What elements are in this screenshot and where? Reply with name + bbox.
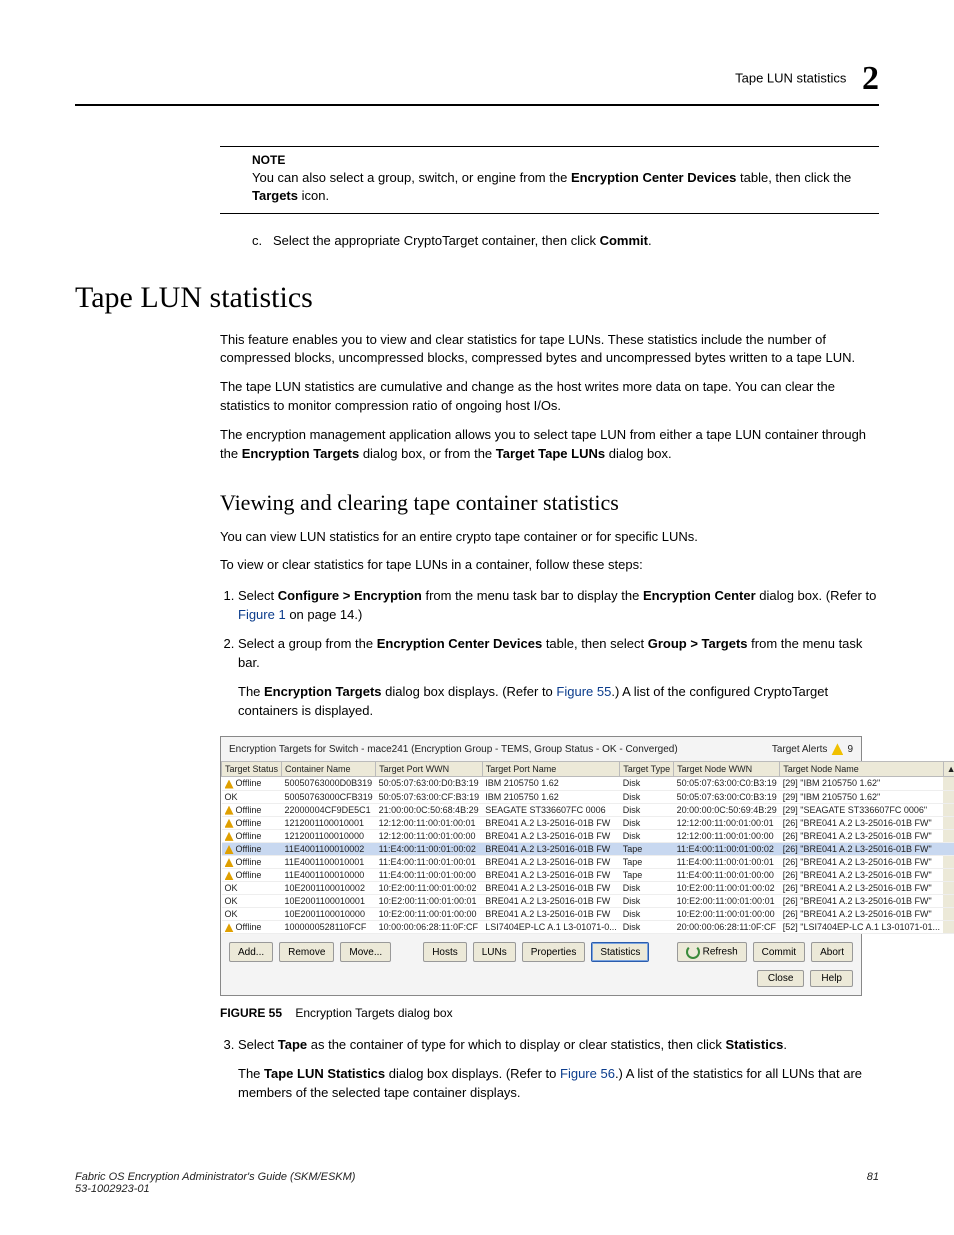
- column-header[interactable]: Target Type: [620, 762, 674, 777]
- warning-icon: [225, 845, 234, 854]
- figure-caption: FIGURE 55 Encryption Targets dialog box: [220, 1006, 879, 1020]
- remove-button[interactable]: Remove: [279, 942, 334, 962]
- step-c: c. Select the appropriate CryptoTarget c…: [252, 232, 879, 250]
- commit-button[interactable]: Commit: [753, 942, 805, 962]
- header-rule: [75, 104, 879, 106]
- add-button[interactable]: Add...: [229, 942, 273, 962]
- footer-title: Fabric OS Encryption Administrator's Gui…: [75, 1171, 355, 1183]
- step-1: Select Configure > Encryption from the m…: [238, 587, 879, 625]
- heading-1: Tape LUN statistics: [75, 281, 879, 315]
- warning-icon: [225, 923, 234, 932]
- chapter-number: 2: [862, 60, 879, 97]
- note-label: NOTE: [252, 153, 879, 167]
- steps-list: Select Configure > Encryption from the m…: [220, 587, 879, 720]
- move-button[interactable]: Move...: [340, 942, 391, 962]
- step-2: Select a group from the Encryption Cente…: [238, 635, 879, 720]
- table-row[interactable]: OK50050763000CFB31950:05:07:63:00:CF:B3:…: [222, 790, 954, 803]
- table-row[interactable]: Offline11E400110001000111:E4:00:11:00:01…: [222, 856, 954, 869]
- statistics-button[interactable]: Statistics: [591, 942, 649, 962]
- body-paragraph: You can view LUN statistics for an entir…: [220, 528, 879, 547]
- table-row[interactable]: Offline50050763000D0B31950:05:07:63:00:D…: [222, 777, 954, 790]
- warning-icon: [225, 832, 234, 841]
- running-header: Tape LUN statistics 2: [75, 60, 879, 98]
- table-row[interactable]: Offline22000004CF9DE5C121:00:00:0C:50:68…: [222, 803, 954, 816]
- figure-56-link[interactable]: Figure 56: [560, 1066, 615, 1081]
- hosts-button[interactable]: Hosts: [423, 942, 467, 962]
- running-header-text: Tape LUN statistics: [735, 70, 846, 85]
- body-paragraph: To view or clear statistics for tape LUN…: [220, 556, 879, 575]
- refresh-button[interactable]: Refresh: [677, 942, 747, 962]
- column-header[interactable]: Target Port WWN: [376, 762, 483, 777]
- body-paragraph: The tape LUN statistics are cumulative a…: [220, 378, 879, 416]
- body-paragraph: The encryption management application al…: [220, 426, 879, 464]
- body-paragraph: This feature enables you to view and cle…: [220, 331, 879, 369]
- footer-doc-number: 53-1002923-01: [75, 1183, 355, 1195]
- table-row[interactable]: OK10E200110001000210:E2:00:11:00:01:00:0…: [222, 882, 954, 895]
- warning-icon: [225, 819, 234, 828]
- refresh-icon: [686, 945, 700, 959]
- dialog-title: Encryption Targets for Switch - mace241 …: [229, 744, 678, 755]
- warning-icon: [225, 858, 234, 867]
- table-row[interactable]: Offline1000000528110FCF10:00:00:06:28:11…: [222, 921, 954, 934]
- column-header[interactable]: Target Node Name: [780, 762, 943, 777]
- column-header[interactable]: Target Port Name: [482, 762, 620, 777]
- table-row[interactable]: Offline121200110001000112:12:00:11:00:01…: [222, 816, 954, 829]
- step-3: Select Tape as the container of type for…: [238, 1036, 879, 1103]
- heading-2: Viewing and clearing tape container stat…: [220, 490, 879, 516]
- encryption-targets-dialog: Encryption Targets for Switch - mace241 …: [220, 736, 862, 996]
- targets-table[interactable]: Target StatusContainer NameTarget Port W…: [221, 761, 954, 934]
- table-row[interactable]: OK10E200110001000010:E2:00:11:00:01:00:0…: [222, 908, 954, 921]
- help-button[interactable]: Help: [810, 970, 853, 987]
- page-number: 81: [867, 1171, 879, 1195]
- alert-icon: [831, 743, 843, 755]
- page-footer: Fabric OS Encryption Administrator's Gui…: [75, 1171, 879, 1195]
- note-body: You can also select a group, switch, or …: [252, 169, 879, 205]
- luns-button[interactable]: LUNs: [473, 942, 516, 962]
- warning-icon: [225, 780, 234, 789]
- column-header[interactable]: Container Name: [282, 762, 376, 777]
- warning-icon: [225, 871, 234, 880]
- steps-list-cont: Select Tape as the container of type for…: [220, 1036, 879, 1103]
- close-button[interactable]: Close: [757, 970, 805, 987]
- figure-1-link[interactable]: Figure 1: [238, 607, 286, 622]
- table-row[interactable]: Offline121200110001000012:12:00:11:00:01…: [222, 829, 954, 842]
- target-alerts[interactable]: Target Alerts 9: [772, 743, 853, 755]
- table-row[interactable]: OK10E200110001000110:E2:00:11:00:01:00:0…: [222, 895, 954, 908]
- warning-icon: [225, 806, 234, 815]
- abort-button[interactable]: Abort: [811, 942, 853, 962]
- table-row[interactable]: Offline11E400110001000011:E4:00:11:00:01…: [222, 869, 954, 882]
- figure-55-link[interactable]: Figure 55: [556, 684, 611, 699]
- properties-button[interactable]: Properties: [522, 942, 586, 962]
- table-row[interactable]: Offline11E400110001000211:E4:00:11:00:01…: [222, 842, 954, 855]
- column-header[interactable]: Target Node WWN: [674, 762, 780, 777]
- column-header[interactable]: Target Status: [222, 762, 282, 777]
- note-box: NOTE You can also select a group, switch…: [220, 146, 879, 214]
